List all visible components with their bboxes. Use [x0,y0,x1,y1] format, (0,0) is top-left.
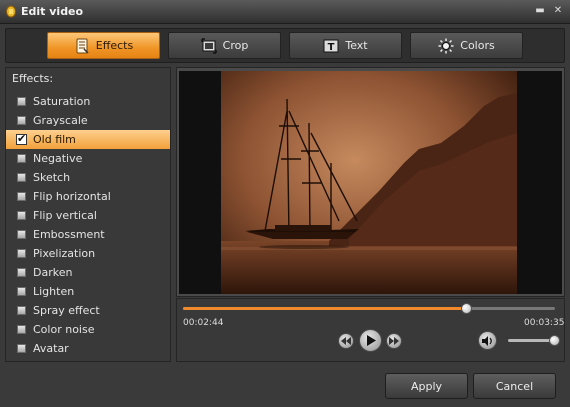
checkmark-icon: ✔ [17,132,27,145]
next-button[interactable] [386,333,402,349]
effect-item-sketch[interactable]: Sketch [6,168,170,187]
effect-item-pixelization[interactable]: Pixelization [6,244,170,263]
effect-checkbox[interactable] [17,192,26,201]
effect-label: Saturation [33,95,91,108]
effects-icon [76,38,89,54]
tab-effects[interactable]: Effects [47,32,160,59]
tab-bar: Effects Crop T Text Colors [5,28,565,63]
effect-checkbox[interactable] [17,230,26,239]
volume-button[interactable] [478,331,497,350]
play-button[interactable] [359,329,382,352]
effect-label: Old film [33,133,76,146]
tab-crop[interactable]: Crop [168,32,281,59]
effect-label: Pixelization [33,247,96,260]
effect-checkbox[interactable] [17,211,26,220]
effect-label: Color noise [33,323,95,336]
tab-colors[interactable]: Colors [410,32,523,59]
minimize-icon[interactable]: ▬ [533,4,547,18]
window-title: Edit video [21,5,84,18]
effect-checkbox[interactable] [17,173,26,182]
effect-item-negative[interactable]: Negative [6,149,170,168]
play-icon [366,335,376,346]
tab-text-label: Text [345,39,368,52]
effect-item-darken[interactable]: Darken [6,263,170,282]
effect-checkbox[interactable] [17,154,26,163]
effect-item-flip-vertical[interactable]: Flip vertical [6,206,170,225]
previous-icon [341,337,351,345]
effect-checkbox[interactable] [17,325,26,334]
effect-checkbox-checked[interactable]: ✔ [16,132,27,145]
tab-crop-label: Crop [222,39,249,52]
effect-checkbox[interactable] [17,116,26,125]
title-bar: Edit video ▬ ✕ [0,0,570,24]
colors-icon [438,38,454,53]
volume-slider[interactable] [508,339,555,342]
effects-panel: Effects: Saturation Grayscale ✔ Old film … [5,67,171,362]
effect-label: Grayscale [33,114,88,127]
tab-effects-label: Effects [95,39,134,52]
next-icon [389,337,399,345]
effect-item-avatar[interactable]: Avatar [6,339,170,358]
seek-bar[interactable] [183,307,555,310]
effect-label: Darken [33,266,73,279]
volume-handle[interactable] [549,335,560,346]
seek-handle[interactable] [460,303,472,314]
text-icon: T [323,39,339,53]
effect-label: Spray effect [33,304,100,317]
svg-text:T: T [328,42,335,53]
effects-list: Saturation Grayscale ✔ Old film Negative … [6,92,170,358]
effect-label: Flip vertical [33,209,97,222]
effects-heading: Effects: [12,72,54,85]
seek-progress [183,307,467,310]
effect-label: Lighten [33,285,75,298]
total-time: 00:03:35 [524,318,565,328]
tab-colors-label: Colors [460,39,495,52]
effect-item-color-noise[interactable]: Color noise [6,320,170,339]
effect-label: Flip horizontal [33,190,111,203]
effect-label: Negative [33,152,83,165]
effect-item-saturation[interactable]: Saturation [6,92,170,111]
crop-icon [200,37,217,54]
effect-item-lighten[interactable]: Lighten [6,282,170,301]
current-time: 00:02:44 [183,318,224,328]
effect-item-spray-effect[interactable]: Spray effect [6,301,170,320]
effect-item-old-film[interactable]: ✔ Old film [6,130,170,149]
effect-checkbox[interactable] [17,344,26,353]
cancel-button[interactable]: Cancel [473,373,556,399]
effect-item-flip-horizontal[interactable]: Flip horizontal [6,187,170,206]
effect-item-embossment[interactable]: Embossment [6,225,170,244]
video-frame-image [179,71,562,294]
effect-checkbox[interactable] [17,249,26,258]
video-preview [179,71,562,294]
volume-icon [482,335,492,346]
apply-button[interactable]: Apply [385,373,468,399]
effect-checkbox[interactable] [17,97,26,106]
effect-item-grayscale[interactable]: Grayscale [6,111,170,130]
effect-checkbox[interactable] [17,306,26,315]
effect-checkbox[interactable] [17,287,26,296]
effect-label: Sketch [33,171,71,184]
effect-label: Avatar [33,342,69,355]
tab-text[interactable]: T Text [289,32,402,59]
previous-button[interactable] [338,333,354,349]
effect-checkbox[interactable] [17,268,26,277]
close-icon[interactable]: ✕ [551,4,565,18]
app-logo-icon [6,5,16,18]
effect-label: Embossment [33,228,105,241]
